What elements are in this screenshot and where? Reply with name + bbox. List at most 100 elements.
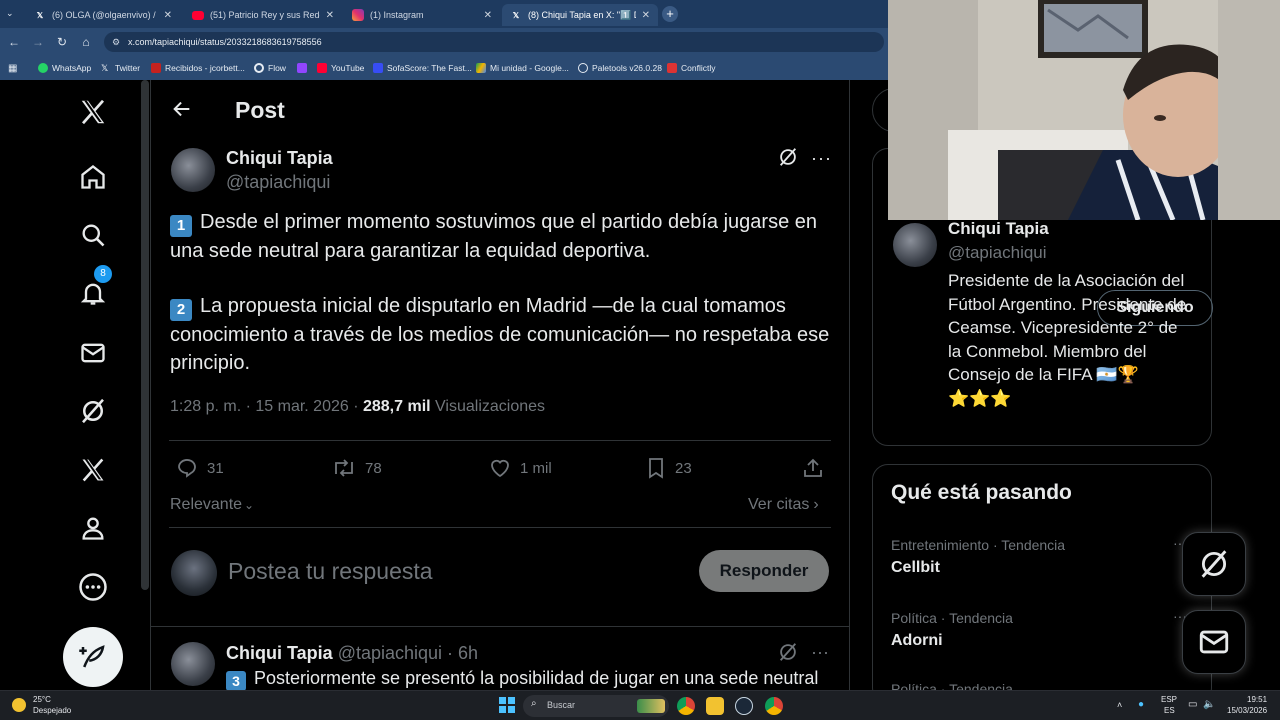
my-avatar[interactable] — [171, 550, 217, 596]
profile-person-icon[interactable] — [73, 508, 113, 548]
bookmark-twitch[interactable] — [297, 61, 311, 75]
thread-author-avatar[interactable] — [171, 642, 215, 686]
sort-dropdown[interactable]: Relevante ⌄ — [170, 496, 254, 514]
messages-envelope-icon[interactable] — [73, 333, 113, 373]
close-icon[interactable]: ✕ — [484, 10, 492, 21]
repost-button[interactable]: 78 — [331, 456, 382, 480]
chrome-profile-icon[interactable] — [765, 697, 783, 715]
chevron-right-icon: › — [813, 496, 819, 513]
volume-icon[interactable]: 🔈 — [1203, 699, 1215, 710]
bookmark-sofascore[interactable]: SofaScore: The Fast... — [373, 61, 472, 75]
youtube-icon — [192, 10, 204, 20]
grok-icon[interactable] — [777, 641, 799, 668]
back-arrow-icon[interactable]: ← — [6, 34, 22, 50]
thread-author-name[interactable]: Chiqui Tapia — [226, 643, 333, 663]
bookmark-paletools[interactable]: Paletools v26.0.28 — [578, 61, 662, 75]
bookmark-drive[interactable]: Mi unidad - Google... — [476, 61, 569, 75]
url-bar[interactable]: ⚙ x.com/tapiachiqui/status/2033218683619… — [104, 32, 884, 52]
bookmark-button[interactable]: 23 — [645, 456, 692, 480]
close-icon[interactable]: ✕ — [164, 10, 172, 21]
close-icon[interactable]: ✕ — [326, 10, 334, 21]
weather-moon-icon[interactable] — [12, 698, 26, 712]
trend-item[interactable]: Entretenimiento · Tendencia Cellbit ··· — [873, 527, 1213, 587]
more-options-circle-icon[interactable] — [73, 567, 113, 607]
url-text: x.com/tapiachiqui/status/203321868361975… — [128, 37, 322, 47]
forward-arrow-icon[interactable]: → — [30, 34, 46, 50]
microphone-icon[interactable]: ● — [1138, 699, 1144, 710]
profile-avatar[interactable] — [893, 223, 937, 267]
bookmark-whatsapp[interactable]: WhatsApp — [38, 61, 91, 75]
bookmark-label: YouTube — [331, 63, 365, 73]
more-dots-icon[interactable]: ··· — [811, 642, 829, 663]
site-info-icon[interactable]: ⚙ — [112, 32, 120, 52]
thread-post-text: 3 Posteriormente se presentó la posibilid… — [226, 668, 818, 690]
chrome-icon[interactable] — [677, 697, 695, 715]
bookmark-twitter[interactable]: 𝕏 Twitter — [101, 61, 140, 75]
author-avatar[interactable] — [171, 148, 215, 192]
bookmark-conflictly[interactable]: Conflictly — [667, 61, 715, 75]
divider — [169, 527, 831, 528]
author-name[interactable]: Chiqui Tapia — [226, 148, 333, 169]
divider — [151, 626, 849, 627]
close-icon[interactable]: ✕ — [642, 10, 650, 21]
profile-handle[interactable]: @tapiachiqui — [948, 243, 1047, 263]
new-tab-button[interactable]: + — [662, 6, 678, 22]
compose-post-button[interactable] — [63, 627, 123, 687]
home-icon[interactable] — [73, 157, 113, 197]
windows-start-icon[interactable] — [499, 697, 515, 713]
clock-date[interactable]: 15/03/2026 — [1227, 706, 1267, 715]
reply-input[interactable]: Postea tu respuesta — [228, 558, 668, 585]
share-button[interactable] — [801, 456, 833, 480]
file-explorer-icon[interactable] — [706, 697, 724, 715]
language-top[interactable]: ESP — [1161, 695, 1177, 704]
back-arrow-icon[interactable] — [171, 98, 195, 122]
share-upload-icon — [804, 458, 822, 477]
home-icon[interactable]: ⌂ — [78, 34, 94, 50]
bookmark-label: Recibidos - jcorbett... — [165, 63, 245, 73]
grok-icon[interactable] — [777, 146, 799, 173]
x-logo-icon[interactable] — [73, 92, 113, 132]
tab-chiqui-tapia[interactable]: 𝕏 (8) Chiqui Tapia en X: "1️⃣ Desde ✕ — [502, 4, 658, 26]
x-premium-icon[interactable] — [73, 450, 113, 490]
clock-time[interactable]: 19:51 — [1247, 695, 1267, 704]
author-handle[interactable]: @tapiachiqui — [226, 172, 330, 193]
mail-icon — [151, 63, 161, 73]
display-icon[interactable]: ▭ — [1188, 699, 1197, 710]
tray-chevron-icon[interactable]: ˄ — [1117, 700, 1122, 710]
tab-olga[interactable]: 𝕏 (6) OLGA (@olgaenvivo) / X ✕ — [26, 4, 180, 26]
trend-item[interactable]: Política · Tendencia Adorni ··· — [873, 600, 1213, 660]
grok-float-button[interactable] — [1182, 532, 1246, 596]
steam-icon[interactable] — [735, 697, 753, 715]
more-dots-icon[interactable]: ··· — [811, 148, 832, 169]
instagram-icon — [352, 9, 364, 21]
trends-panel: Qué está pasando Entretenimiento · Tende… — [872, 464, 1212, 704]
reply-submit-button[interactable]: Responder — [699, 550, 829, 592]
apps-grid-icon[interactable]: ▦ — [8, 61, 17, 75]
messages-envelope-icon — [1199, 630, 1229, 654]
bookmark-flow[interactable]: Flow — [254, 61, 286, 75]
view-quotes-link[interactable]: Ver citas › — [748, 496, 819, 514]
reply-button[interactable]: 31 — [175, 456, 224, 480]
search-icon: ⌕ — [531, 698, 537, 709]
feather-plus-icon — [79, 645, 105, 668]
grok-icon[interactable] — [73, 391, 113, 431]
bookmark-youtube[interactable]: YouTube — [317, 61, 364, 75]
search-icon[interactable] — [73, 215, 113, 255]
post-paragraph-2: 2 La propuesta inicial de disputarlo en M… — [170, 292, 836, 377]
language-bottom[interactable]: ES — [1164, 706, 1175, 715]
post-timestamp[interactable]: 1:28 p. m. · 15 mar. 2026 · — [170, 398, 363, 415]
tab-list-chevron-icon[interactable]: ⌄ — [6, 8, 18, 20]
nav-scrollbar[interactable] — [141, 80, 149, 590]
tab-instagram[interactable]: (1) Instagram ✕ — [344, 4, 500, 26]
notifications-bell-icon[interactable]: 8 — [73, 265, 113, 313]
thread-age[interactable]: · 6h — [447, 643, 478, 663]
like-button[interactable]: 1 mil — [488, 456, 552, 480]
thread-author-handle[interactable]: @tapiachiqui — [338, 643, 442, 663]
tab-youtube[interactable]: (51) Patricio Rey y sus Redondit ✕ — [184, 4, 342, 26]
flow-icon — [254, 63, 264, 73]
messages-float-button[interactable] — [1182, 610, 1246, 674]
bookmark-recibidos[interactable]: Recibidos - jcorbett... — [151, 61, 245, 75]
taskbar-search-box[interactable]: ⌕ Buscar — [523, 695, 669, 717]
reload-icon[interactable]: ↻ — [54, 34, 70, 50]
profile-name[interactable]: Chiqui Tapia — [948, 219, 1049, 239]
